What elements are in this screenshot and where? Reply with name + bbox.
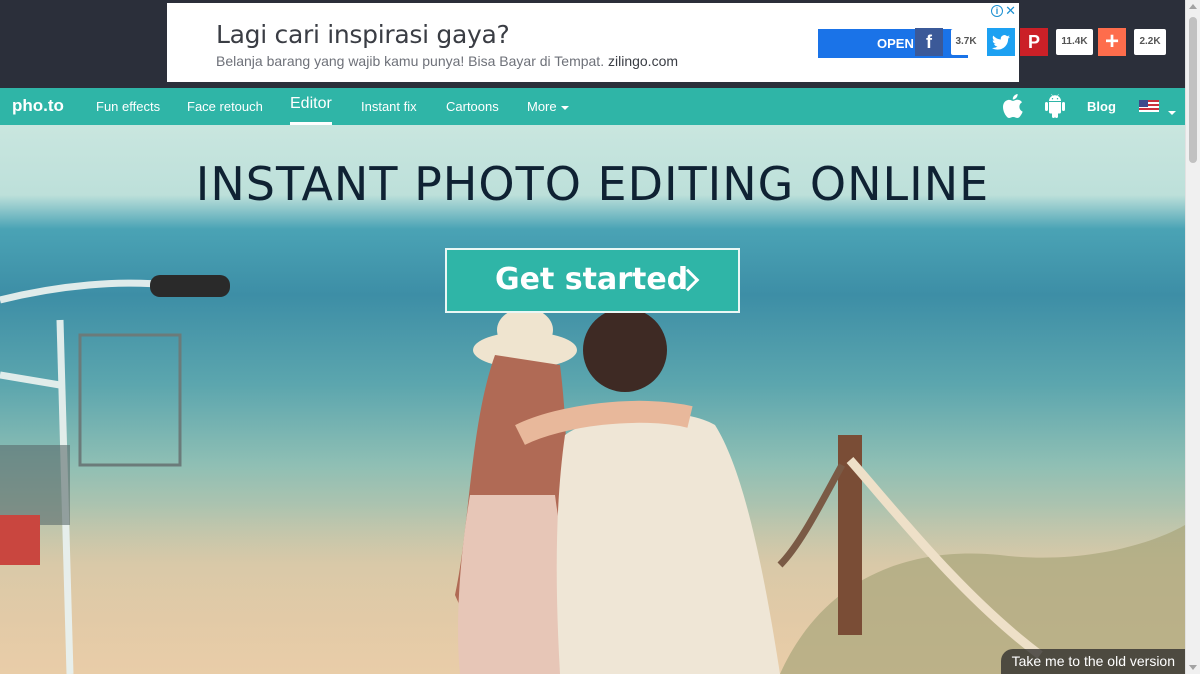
nav-cartoons[interactable]: Cartoons	[446, 99, 499, 114]
hero-section: INSTANT PHOTO EDITING ONLINE Get started…	[0, 125, 1185, 674]
nav-editor[interactable]: Editor	[290, 95, 332, 125]
plus-icon[interactable]: +	[1098, 28, 1126, 56]
chevron-down-icon	[560, 105, 569, 110]
site-logo[interactable]: pho.to	[12, 96, 64, 116]
advertisement[interactable]: Lagi cari inspirasi gaya? Belanja barang…	[167, 3, 1019, 82]
addthis-share-count: 2.2K	[1134, 29, 1166, 55]
main-nav: pho.to Fun effects Face retouch Editor I…	[0, 88, 1185, 125]
ad-title[interactable]: Lagi cari inspirasi gaya?	[216, 20, 510, 49]
twitter-icon[interactable]	[987, 28, 1015, 56]
facebook-icon[interactable]: f	[915, 28, 943, 56]
pinterest-share-count: 11.4K	[1056, 29, 1093, 55]
get-started-label: Get started	[495, 262, 689, 297]
hero-title: INSTANT PHOTO EDITING ONLINE	[195, 157, 990, 211]
get-started-button[interactable]: Get started	[445, 248, 740, 313]
nav-more[interactable]: More	[527, 99, 569, 114]
nav-more-label: More	[527, 99, 557, 114]
pinterest-icon[interactable]: P	[1020, 28, 1048, 56]
scroll-up-icon[interactable]	[1189, 4, 1197, 9]
nav-fun-effects[interactable]: Fun effects	[96, 99, 160, 114]
old-version-link[interactable]: Take me to the old version	[1000, 649, 1185, 674]
scroll-thumb[interactable]	[1189, 17, 1197, 163]
close-icon[interactable]: ✕	[1005, 3, 1016, 19]
scroll-down-icon[interactable]	[1189, 665, 1197, 670]
nav-instant-fix[interactable]: Instant fix	[361, 99, 417, 114]
android-icon[interactable]	[1044, 94, 1066, 118]
ad-subtitle-text: Belanja barang yang wajib kamu punya! Bi…	[216, 53, 605, 69]
us-flag-icon[interactable]	[1139, 100, 1159, 112]
chevron-down-icon	[1168, 110, 1176, 115]
nav-face-retouch[interactable]: Face retouch	[187, 99, 263, 114]
facebook-share-count: 3.7K	[951, 29, 981, 55]
apple-icon[interactable]	[1003, 94, 1025, 119]
nav-blog[interactable]: Blog	[1087, 99, 1116, 114]
page-scrollbar[interactable]	[1185, 0, 1200, 674]
language-caret[interactable]	[1164, 104, 1176, 122]
ad-open-button[interactable]: OPEN	[818, 29, 968, 58]
info-icon[interactable]: i	[991, 5, 1003, 17]
ad-subtitle[interactable]: Belanja barang yang wajib kamu punya! Bi…	[216, 53, 678, 69]
ad-domain: zilingo.com	[607, 53, 679, 69]
